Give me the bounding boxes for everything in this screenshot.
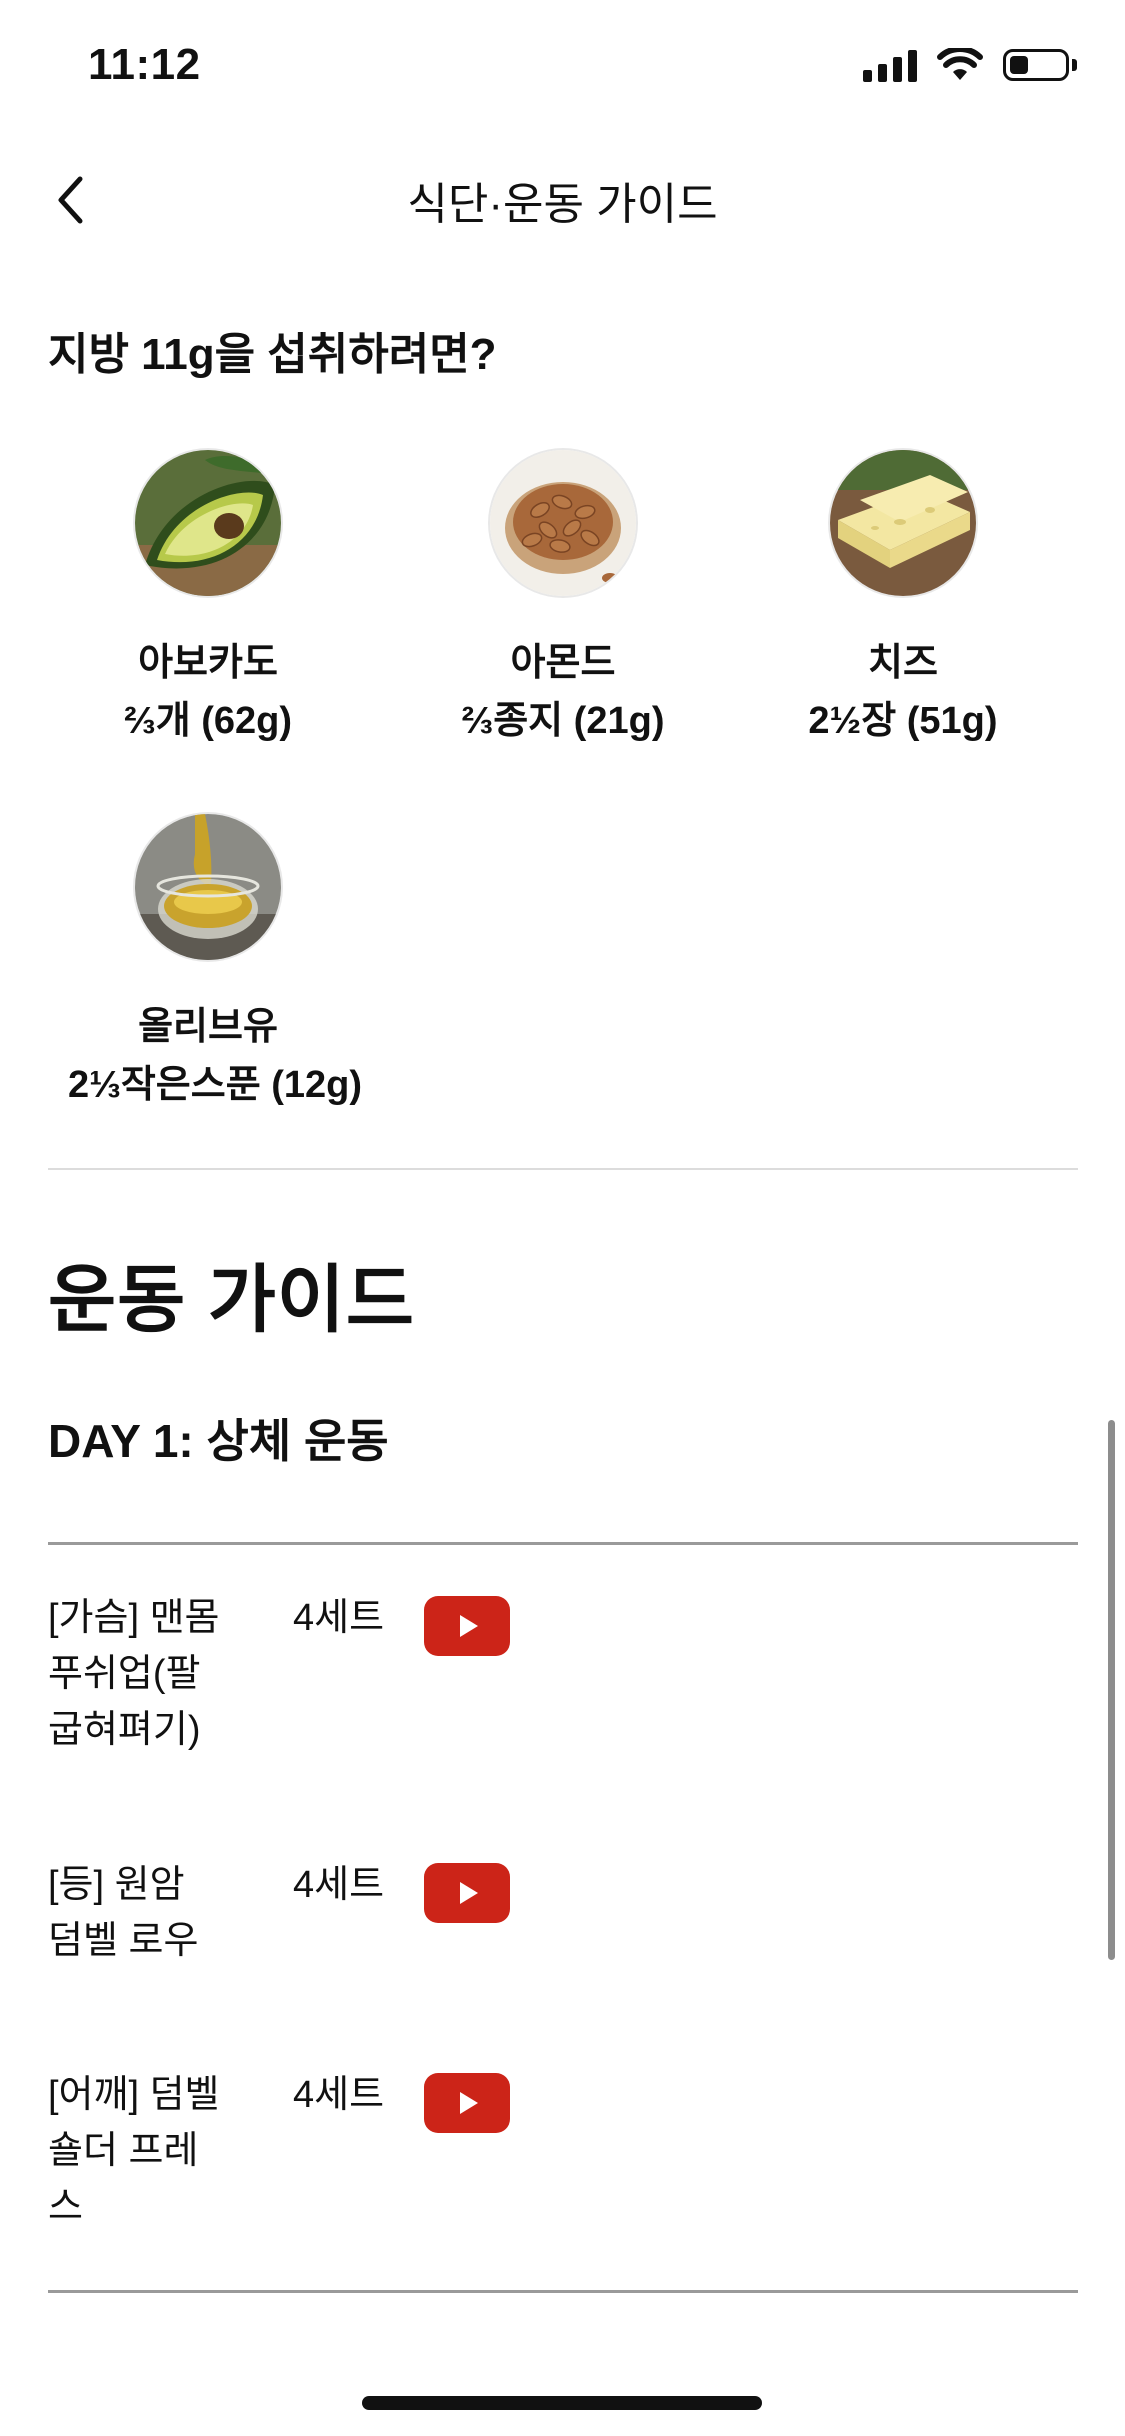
exercise-section-title: 운동 가이드: [48, 1258, 415, 1341]
scrollbar[interactable]: [1108, 1420, 1115, 1960]
food-name: 아보카도: [138, 642, 278, 684]
exercise-name-line: 덤벨 로우: [48, 1920, 199, 1962]
exercise-table-top-divider: [48, 1542, 1078, 1545]
section-divider: [48, 1168, 1078, 1170]
avocado-image: [135, 450, 281, 596]
exercise-sets: 4세트: [293, 1864, 385, 1906]
cheese-image: [830, 450, 976, 596]
food-amount: ⅔종지 (21g): [461, 700, 665, 742]
battery-icon: [1003, 49, 1069, 81]
youtube-play-button[interactable]: [424, 1863, 510, 1923]
exercise-name-line: 숄더 프레: [48, 2130, 199, 2172]
fat-section-title: 지방 11g을 섭취하려면?: [48, 330, 497, 379]
navigation-bar: 식단·운동 가이드: [0, 150, 1125, 250]
food-item-almond[interactable]: 아몬드 ⅔종지 (21g): [423, 450, 703, 750]
food-name: 올리브유: [138, 1006, 278, 1048]
olive-oil-image: [135, 814, 281, 960]
food-amount: 2⅓작은스푼 (12g): [68, 1064, 363, 1106]
exercise-name: [가슴] 맨몸 푸쉬업(팔 굽혀펴기): [48, 1590, 248, 1758]
day-title: DAY 1: 상체 운동: [48, 1415, 389, 1467]
exercise-sets: 4세트: [293, 1597, 385, 1639]
youtube-play-icon: [460, 2092, 478, 2114]
cellular-signal-icon: [863, 48, 917, 82]
exercise-name-line: [어깨] 덤벨: [48, 2074, 220, 2116]
status-icons: [863, 48, 1077, 82]
exercise-name-line: [가슴] 맨몸: [48, 1597, 220, 1639]
home-indicator[interactable]: [362, 2396, 762, 2410]
almond-image: [490, 450, 636, 596]
food-item-cheese[interactable]: 치즈 2½장 (51g): [763, 450, 1043, 750]
exercise-name: [어깨] 덤벨 숄더 프레 스: [48, 2067, 248, 2235]
youtube-play-icon: [460, 1615, 478, 1637]
exercise-name-line: 스: [48, 2186, 83, 2228]
status-bar: 11:12: [0, 0, 1125, 140]
exercise-sets: 4세트: [293, 2074, 385, 2116]
youtube-play-button[interactable]: [424, 2073, 510, 2133]
page-title: 식단·운동 가이드: [407, 180, 718, 229]
food-name: 아몬드: [510, 642, 616, 684]
exercise-name-line: 굽혀펴기): [48, 1709, 201, 1751]
food-amount: 2½장 (51g): [808, 700, 998, 742]
youtube-play-button[interactable]: [424, 1596, 510, 1656]
food-name: 치즈: [868, 642, 938, 684]
food-item-olive-oil[interactable]: 올리브유 2⅓작은스푼 (12g): [68, 814, 363, 1114]
food-amount: ⅔개 (62g): [124, 700, 292, 742]
exercise-table-bottom-divider: [48, 2290, 1078, 2293]
status-time: 11:12: [88, 40, 201, 89]
food-item-avocado[interactable]: 아보카도 ⅔개 (62g): [68, 450, 348, 750]
exercise-name-line: [등] 원암: [48, 1864, 185, 1906]
exercise-name-line: 푸쉬업(팔: [48, 1653, 201, 1695]
exercise-name: [등] 원암 덤벨 로우: [48, 1857, 248, 1969]
youtube-play-icon: [460, 1882, 478, 1904]
wifi-icon: [937, 48, 983, 80]
